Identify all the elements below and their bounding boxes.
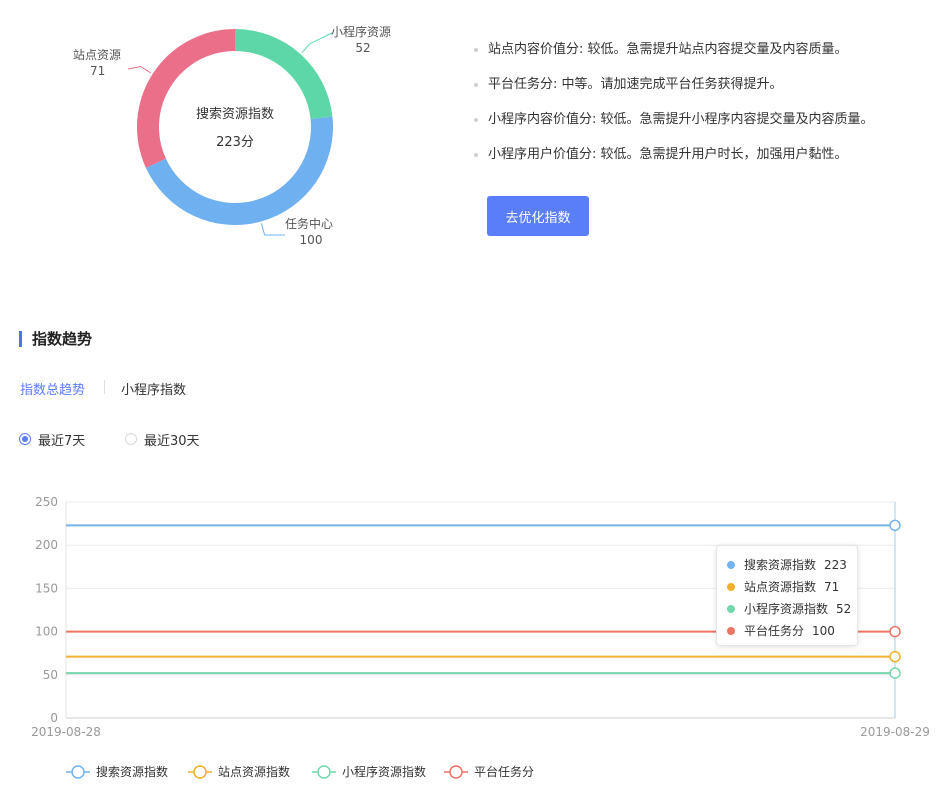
legend-label[interactable]: 小程序资源指数 xyxy=(342,764,426,779)
optimize-index-button[interactable]: 去优化指数 xyxy=(487,196,589,236)
range-radio-7days-label: 最近7天 xyxy=(38,433,86,449)
series-point[interactable] xyxy=(889,519,901,532)
donut-label-miniprogram-name: 小程序资源 xyxy=(330,25,391,39)
x-tick-label: 2019-08-29 xyxy=(860,725,930,739)
advice-text: 小程序用户价值分: 较低。急需提升用户时长，加强用户黏性。 xyxy=(488,147,848,162)
donut-label-miniprogram-value: 52 xyxy=(355,41,371,55)
y-tick-label: 250 xyxy=(35,495,58,509)
tooltip-series-value: 71 xyxy=(824,580,840,594)
donut-center-title: 搜索资源指数 xyxy=(195,107,274,122)
advice-list: 站点内容价值分: 较低。急需提升站点内容提交量及内容质量。 平台任务分: 中等。… xyxy=(474,38,934,178)
section-title-bar xyxy=(19,331,22,347)
y-tick-label: 0 xyxy=(50,711,58,725)
tab-overall-trend[interactable]: 指数总趋势 xyxy=(20,379,85,398)
x-tick-label: 2019-08-28 xyxy=(31,725,101,739)
radio-unchecked-icon[interactable] xyxy=(125,433,137,445)
legend-marker-icon[interactable] xyxy=(449,765,463,779)
tab-miniprogram-index[interactable]: 小程序指数 xyxy=(121,379,186,398)
advice-item: 站点内容价值分: 较低。急需提升站点内容提交量及内容质量。 xyxy=(474,38,934,73)
donut-label-site-name: 站点资源 xyxy=(72,48,121,62)
series-point[interactable] xyxy=(889,650,901,663)
series-dot-icon xyxy=(727,627,735,635)
donut-label-task-value: 100 xyxy=(299,233,323,247)
range-radio-30days[interactable]: 最近30天 xyxy=(125,430,200,449)
tooltip-series-name: 站点资源指数 xyxy=(744,580,817,594)
y-tick-label: 150 xyxy=(35,581,58,595)
legend-marker-icon[interactable] xyxy=(71,765,85,779)
advice-text: 小程序内容价值分: 较低。急需提升小程序内容提交量及内容质量。 xyxy=(488,112,874,127)
series-dot-icon xyxy=(727,583,735,591)
legend-label[interactable]: 搜索资源指数 xyxy=(96,764,168,779)
advice-item: 小程序内容价值分: 较低。急需提升小程序内容提交量及内容质量。 xyxy=(474,108,934,143)
tooltip-row: 搜索资源指数 223 xyxy=(717,554,857,576)
range-radio-30days-label: 最近30天 xyxy=(144,433,200,449)
y-tick-label: 50 xyxy=(43,668,58,682)
donut-leader-line xyxy=(127,65,152,74)
legend-label[interactable]: 站点资源指数 xyxy=(218,764,290,779)
tooltip-row: 小程序资源指数 52 xyxy=(717,598,857,620)
legend-marker-icon[interactable] xyxy=(193,765,207,779)
series-point[interactable] xyxy=(889,625,901,638)
advice-text: 平台任务分: 中等。请加速完成平台任务获得提升。 xyxy=(488,77,783,92)
tooltip-series-name: 平台任务分 xyxy=(744,624,805,638)
tooltip-series-value: 52 xyxy=(836,602,852,616)
advice-item: 平台任务分: 中等。请加速完成平台任务获得提升。 xyxy=(474,73,934,108)
legend-marker-icon[interactable] xyxy=(317,765,331,779)
radio-checked-icon[interactable] xyxy=(19,433,31,445)
tooltip-row: 站点资源指数 71 xyxy=(717,576,857,598)
donut-label-site-value: 71 xyxy=(90,64,106,78)
section-title: 指数趋势 xyxy=(32,330,93,348)
donut-label-task-name: 任务中心 xyxy=(284,217,333,231)
tooltip-row: 平台任务分 100 xyxy=(717,620,857,642)
bullet-icon xyxy=(474,48,478,52)
series-dot-icon xyxy=(727,605,735,613)
tooltip-series-name: 搜索资源指数 xyxy=(744,558,817,572)
donut-label-miniprogram: 小程序资源 52 xyxy=(325,24,397,56)
donut-center-value: 223分 xyxy=(216,135,254,150)
series-point[interactable] xyxy=(889,667,901,679)
tooltip-series-value: 100 xyxy=(812,624,835,638)
y-tick-label: 200 xyxy=(35,538,58,552)
y-tick-label: 100 xyxy=(35,625,58,639)
series-dot-icon xyxy=(727,561,735,569)
donut-label-site: 站点资源 71 xyxy=(66,47,128,79)
chart-tooltip: 搜索资源指数 223 站点资源指数 71 小程序资源指数 52 平台任务分 100 xyxy=(716,545,858,646)
advice-text: 站点内容价值分: 较低。急需提升站点内容提交量及内容质量。 xyxy=(488,42,848,57)
tab-divider xyxy=(104,380,105,394)
bullet-icon xyxy=(474,118,478,122)
legend-label[interactable]: 平台任务分 xyxy=(474,764,534,779)
bullet-icon xyxy=(474,153,478,157)
tooltip-series-value: 223 xyxy=(824,558,847,572)
donut-label-task: 任务中心 100 xyxy=(266,216,352,248)
tooltip-series-name: 小程序资源指数 xyxy=(744,602,829,616)
advice-item: 小程序用户价值分: 较低。急需提升用户时长，加强用户黏性。 xyxy=(474,143,934,178)
range-radio-7days[interactable]: 最近7天 xyxy=(19,430,86,449)
bullet-icon xyxy=(474,83,478,87)
